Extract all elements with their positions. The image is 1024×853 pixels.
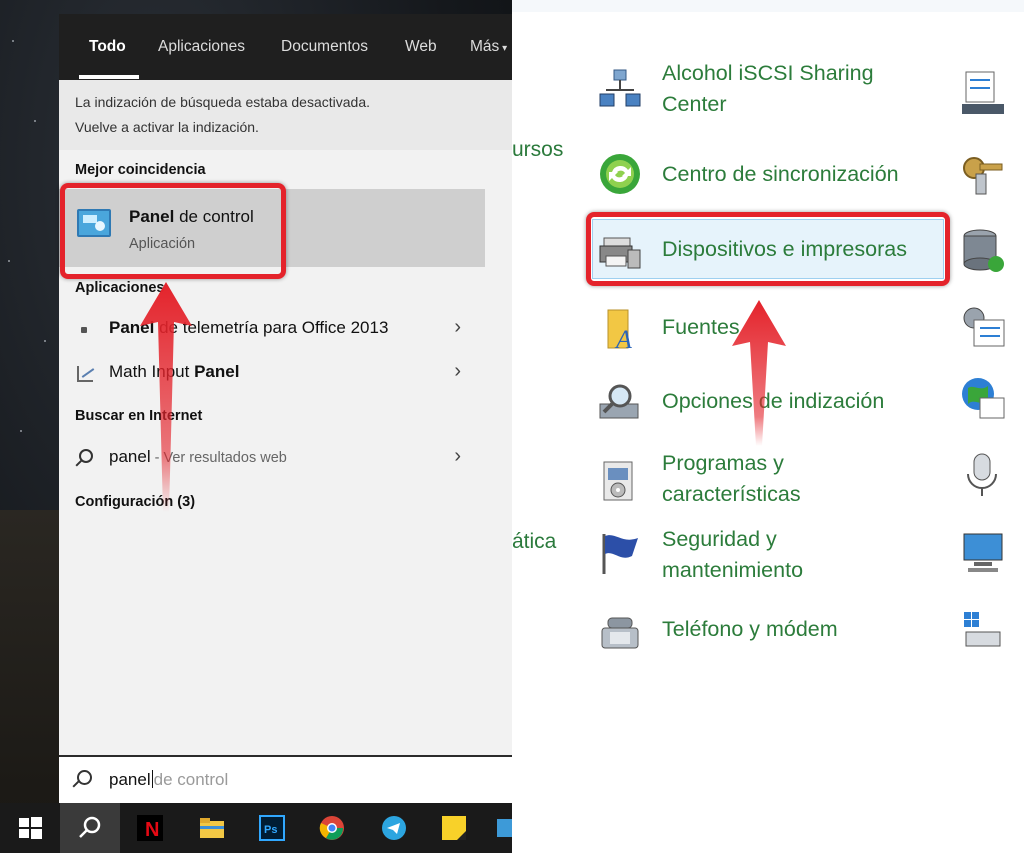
app-taskbar-button[interactable] — [484, 803, 512, 853]
tab-documentos[interactable]: Documentos — [281, 38, 368, 56]
cp-item-alcohol-iscsi[interactable]: Alcohol iSCSI Sharing Center — [592, 58, 952, 128]
telegram-icon — [382, 816, 406, 840]
keys-icon[interactable] — [960, 150, 1006, 196]
app-result-telemetry[interactable]: Panel de telemetría para Office 2013 › — [59, 310, 485, 350]
chevron-right-icon[interactable]: › — [454, 445, 461, 468]
red-arrow-up-icon — [732, 300, 786, 446]
microphone-icon[interactable] — [960, 452, 1006, 498]
highlight-box-devices-printers — [586, 212, 950, 286]
sticky-notes-taskbar-button[interactable] — [424, 803, 484, 853]
cp-item-programs-features[interactable]: Programas y características — [592, 448, 952, 514]
start-icon — [19, 817, 42, 839]
chrome-taskbar-button[interactable] — [302, 803, 362, 853]
best-match-header: Mejor coincidencia — [75, 162, 206, 178]
app-label-bold: Panel — [194, 362, 240, 381]
partial-label-cut[interactable]: ática — [512, 530, 556, 554]
search-icon — [79, 449, 93, 463]
chevron-right-icon[interactable]: › — [454, 360, 461, 383]
windows-usb-icon[interactable] — [960, 608, 1006, 654]
chrome-icon — [319, 816, 344, 840]
svg-text:Ps: Ps — [264, 824, 277, 836]
app-result-math-input[interactable]: Math Input Panel › — [59, 354, 485, 394]
network-icon — [599, 69, 641, 107]
text-caret — [151, 770, 153, 788]
svg-text:A: A — [614, 325, 632, 352]
app-icon — [497, 819, 512, 837]
tab-mas-label: Más — [470, 38, 500, 55]
cp-item-phone-modem[interactable]: Teléfono y módem — [592, 608, 952, 658]
tasklist-icon[interactable] — [960, 70, 1006, 116]
tab-mas[interactable]: Más ▾ — [470, 38, 507, 56]
file-explorer-icon — [200, 818, 224, 838]
star — [12, 40, 14, 42]
reenable-indexing-link[interactable]: Vuelve a activar la indización. — [75, 119, 259, 135]
web-result-label: panel - Ver resultados web — [109, 447, 287, 467]
search-icon — [77, 770, 92, 785]
programs-icon — [603, 461, 633, 501]
search-box[interactable]: panel de control — [59, 755, 512, 803]
search-tabs: Todo Aplicaciones Documentos Web Más ▾ — [59, 14, 512, 80]
start-button[interactable] — [0, 803, 60, 853]
notice-text: La indización de búsqueda estaba desacti… — [75, 94, 370, 110]
telegram-taskbar-button[interactable] — [364, 803, 424, 853]
chevron-down-icon: ▾ — [499, 43, 508, 54]
database-icon[interactable] — [960, 228, 1006, 274]
netflix-taskbar-button[interactable]: N — [120, 803, 180, 853]
star — [44, 340, 46, 342]
search-input[interactable]: panel de control — [109, 770, 228, 790]
settings-list-icon[interactable] — [960, 304, 1006, 350]
red-arrow-up-icon — [140, 282, 192, 512]
cp-item-sync-center[interactable]: Centro de sincronización — [592, 152, 952, 202]
flag-icon — [602, 534, 638, 574]
cp-item-label: Seguridad y mantenimiento — [662, 527, 804, 582]
windows-desktop: Todo Aplicaciones Documentos Web Más ▾ L… — [0, 0, 512, 853]
sticky-notes-icon — [442, 816, 466, 840]
start-search-panel: Todo Aplicaciones Documentos Web Más ▾ L… — [59, 14, 512, 803]
svg-text:N: N — [145, 819, 159, 841]
netflix-icon: N — [137, 815, 163, 841]
indexing-notice: La indización de búsqueda estaba desacti… — [59, 80, 512, 150]
active-tab-indicator — [79, 75, 139, 79]
tab-todo[interactable]: Todo — [89, 38, 126, 56]
file-explorer-taskbar-button[interactable] — [182, 803, 242, 853]
tab-web[interactable]: Web — [405, 38, 437, 56]
cp-item-label: Alcohol iSCSI Sharing Center — [662, 61, 874, 116]
star — [20, 430, 22, 432]
taskbar: N Ps — [0, 803, 512, 853]
cp-item-label: Teléfono y módem — [662, 617, 838, 641]
cp-item-security-maintenance[interactable]: Seguridad y mantenimiento — [592, 524, 952, 590]
fonts-icon: A — [607, 309, 632, 352]
search-icon — [79, 816, 101, 838]
landscape-ground — [0, 510, 60, 810]
search-taskbar-button[interactable] — [60, 803, 120, 853]
photoshop-taskbar-button[interactable]: Ps — [242, 803, 302, 853]
photoshop-icon: Ps — [259, 815, 285, 841]
computer-monitor-icon[interactable] — [960, 530, 1006, 576]
star — [34, 120, 36, 122]
chevron-right-icon[interactable]: › — [454, 316, 461, 339]
indexing-icon — [599, 384, 639, 419]
star — [8, 260, 10, 262]
tab-aplicaciones[interactable]: Aplicaciones — [158, 38, 245, 56]
math-input-icon — [77, 366, 93, 382]
control-panel-window: ursos ática Alcohol iSCSI Sharing Center … — [512, 0, 1024, 853]
telemetry-icon — [81, 327, 87, 333]
globe-list-icon[interactable] — [960, 376, 1006, 422]
highlight-box-control-panel — [60, 183, 286, 279]
sync-icon — [600, 154, 640, 194]
cp-item-label: Centro de sincronización — [662, 162, 899, 186]
web-result-panel[interactable]: panel - Ver resultados web › — [59, 439, 485, 479]
cp-item-label: Fuentes — [662, 315, 740, 339]
search-autocomplete: de control — [153, 770, 229, 789]
cp-item-label: Programas y características — [662, 451, 801, 506]
partial-label-cut[interactable]: ursos — [512, 138, 563, 162]
phone-icon — [601, 617, 639, 649]
search-typed-text: panel — [109, 770, 151, 789]
